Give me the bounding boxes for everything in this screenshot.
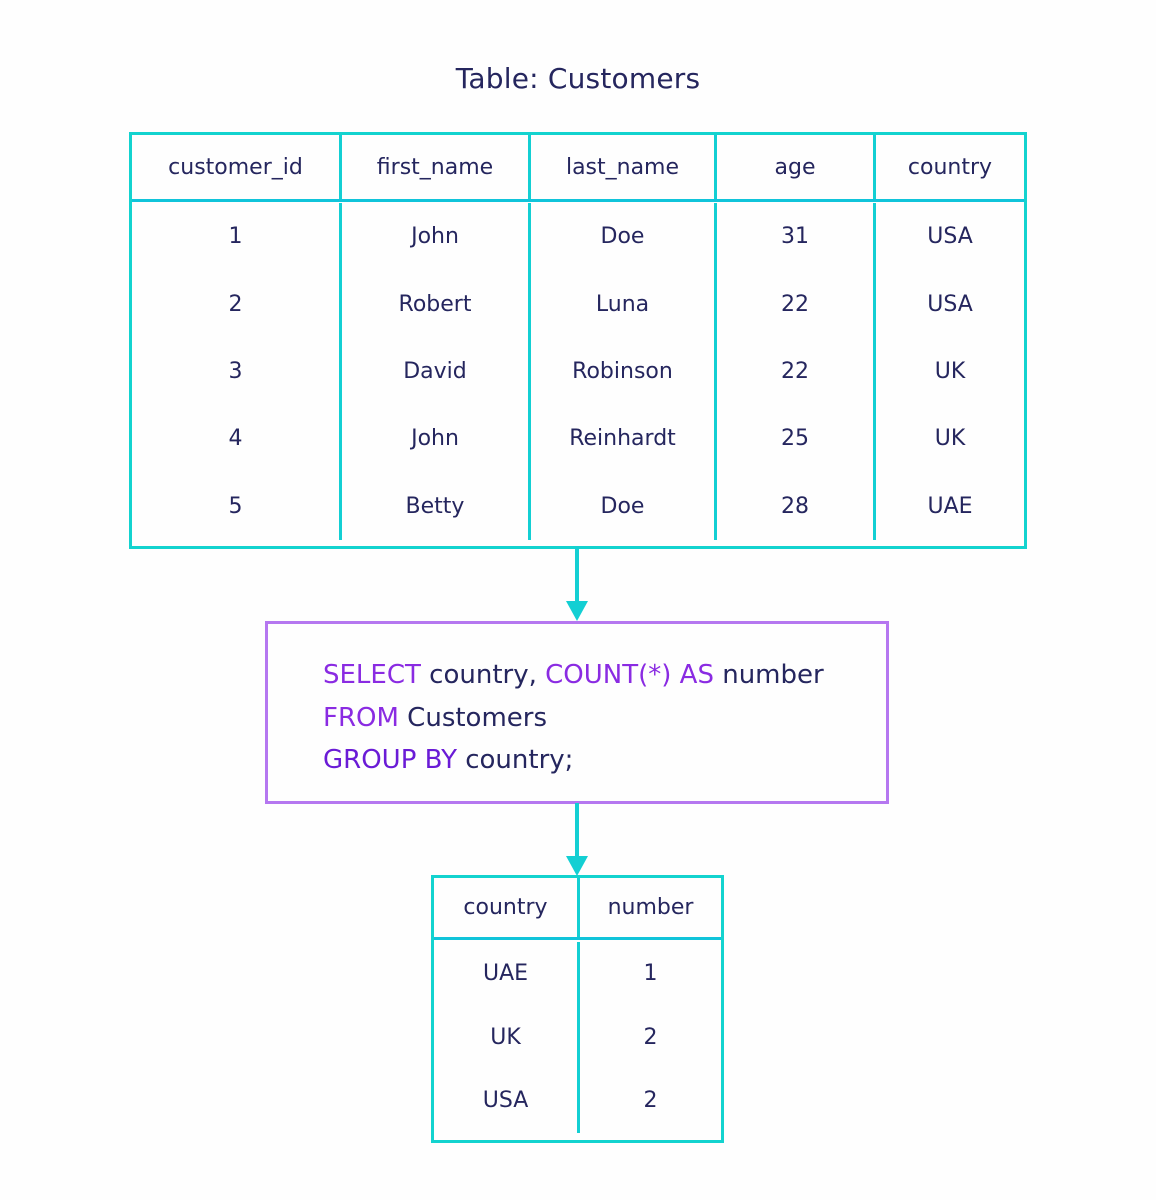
table-cell: 22: [781, 358, 809, 384]
table-column: 1 2 3 4 5: [132, 203, 342, 540]
sql-keyword: FROM: [323, 702, 399, 733]
sql-identifier: country;: [456, 745, 574, 775]
table-body: 1 2 3 4 5 John Robert David John Betty Doe Luna Robi…: [132, 203, 1024, 540]
column-header-cell: last_name: [531, 135, 717, 199]
column-header-cell: country: [876, 135, 1024, 199]
table-cell: Robinson: [572, 358, 673, 384]
table-cell: David: [403, 358, 467, 384]
sql-identifier: number: [713, 660, 824, 690]
table-cell: 3: [228, 358, 243, 384]
diagram-title: Table: Customers: [455, 62, 701, 95]
column-header-last-name: last_name: [565, 154, 680, 180]
table-cell: UK: [934, 426, 966, 452]
table-cell: 2: [228, 291, 243, 317]
table-column: Doe Luna Robinson Reinhardt Doe: [531, 203, 717, 540]
arrow-down-icon: [566, 803, 588, 876]
table-header: country number: [434, 878, 721, 940]
sql-identifier: country,: [420, 660, 546, 690]
table-cell: USA: [927, 291, 973, 317]
column-header-cell: country: [434, 878, 580, 937]
sql-query: SELECT country, COUNT(*) AS number FROM C…: [323, 654, 824, 782]
table-cell: UAE: [482, 961, 529, 987]
table-column: 1 2 2: [580, 942, 721, 1133]
table-cell: UAE: [927, 493, 973, 519]
column-header-first-name: first_name: [376, 154, 494, 180]
sql-identifier: Customers: [398, 702, 548, 733]
table-cell: 25: [781, 426, 809, 452]
result-table: country number UAE UK USA 1 2 2: [431, 875, 724, 1143]
table-cell: 1: [643, 961, 658, 987]
table-header: customer_id first_name last_name age country: [132, 135, 1024, 202]
table-body: UAE UK USA 1 2 2: [434, 942, 721, 1133]
sql-keyword: COUNT(*) AS: [545, 660, 714, 690]
table-cell: Doe: [600, 493, 645, 519]
table-cell: USA: [927, 224, 973, 250]
table-cell: John: [411, 426, 459, 452]
table-cell: 4: [228, 426, 243, 452]
column-header-cell: number: [580, 878, 721, 937]
sql-keyword: GROUP BY: [323, 745, 457, 775]
arrow-down-icon: [566, 547, 588, 621]
customers-table: customer_id first_name last_name age country…: [129, 132, 1027, 549]
table-cell: 1: [228, 224, 243, 250]
table-cell: 2: [643, 1024, 658, 1050]
sql-keyword: SELECT: [323, 660, 421, 690]
column-header-number: number: [607, 895, 694, 920]
table-cell: Robert: [398, 291, 472, 317]
table-cell: USA: [482, 1088, 529, 1114]
table-cell: UK: [934, 358, 966, 384]
column-header-country: country: [463, 895, 548, 920]
sql-line: SELECT country, COUNT(*) AS number: [323, 654, 824, 697]
table-cell: UK: [490, 1024, 521, 1050]
sql-line: GROUP BY country;: [323, 739, 824, 782]
table-cell: Luna: [595, 291, 650, 317]
column-header-cell: age: [717, 135, 876, 199]
column-header-cell: customer_id: [132, 135, 342, 199]
sql-query-box: SELECT country, COUNT(*) AS number FROM C…: [265, 621, 889, 804]
table-cell: 2: [643, 1088, 658, 1114]
table-cell: 5: [228, 493, 243, 519]
table-cell: Reinhardt: [569, 426, 676, 452]
table-cell: John: [411, 224, 459, 250]
table-column: UAE UK USA: [434, 942, 580, 1133]
table-cell: Doe: [600, 224, 645, 250]
table-column: John Robert David John Betty: [342, 203, 531, 540]
column-header-cell: first_name: [342, 135, 531, 199]
table-cell: 22: [781, 291, 809, 317]
table-cell: 31: [781, 224, 809, 250]
table-column: 31 22 22 25 28: [717, 203, 876, 540]
column-header-customer-id: customer_id: [168, 154, 303, 180]
column-header-age: age: [774, 154, 816, 180]
table-cell: 28: [781, 493, 809, 519]
table-column: USA USA UK UK UAE: [876, 203, 1024, 540]
column-header-country: country: [907, 154, 993, 180]
table-cell: Betty: [405, 493, 465, 519]
sql-line: FROM Customers: [323, 697, 824, 740]
